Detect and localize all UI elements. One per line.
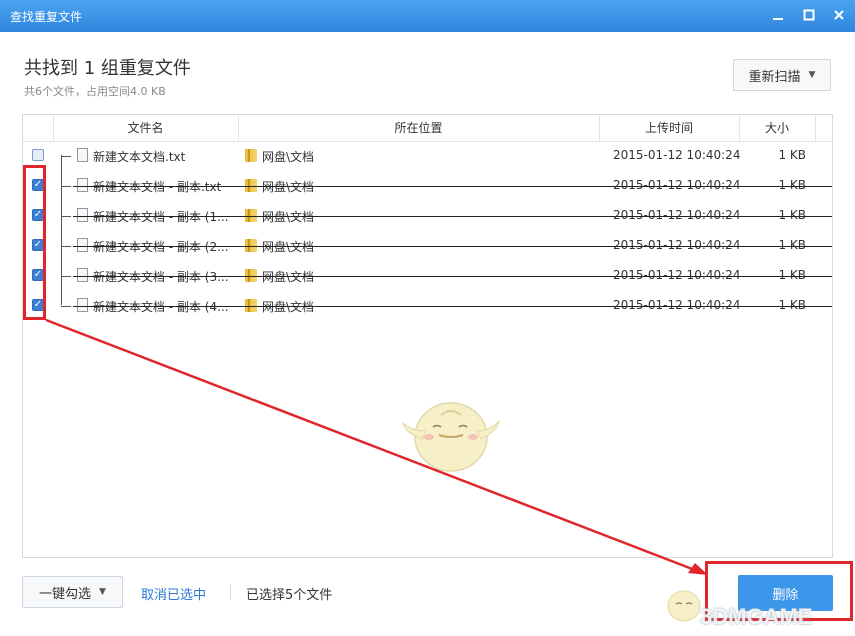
text-file-icon [77, 238, 88, 252]
text-file-icon [77, 178, 88, 192]
annotation-box-checkboxes [23, 165, 46, 320]
text-file-icon [77, 148, 88, 162]
table-row[interactable]: 新建文本文档.txt 网盘\文档 2015-01-12 10:40:24 1 KB [23, 141, 832, 171]
upload-time: 2015-01-12 10:40:24 [613, 178, 741, 192]
minimize-icon[interactable] [767, 4, 789, 26]
upload-time: 2015-01-12 10:40:24 [613, 208, 741, 222]
row-checkbox[interactable] [32, 149, 44, 161]
text-file-icon [77, 298, 88, 312]
strikethrough-line [73, 306, 832, 307]
header-checkbox-col [23, 115, 54, 141]
close-icon[interactable] [828, 4, 850, 26]
strikethrough-line [73, 276, 832, 277]
result-heading: 共找到 1 组重复文件 [24, 58, 191, 79]
tree-branch [61, 186, 71, 187]
strikethrough-line [73, 216, 832, 217]
mascot-watermark-image [402, 402, 500, 472]
chevron-down-icon: ▼ [99, 587, 106, 597]
result-subheading: 共6个文件，占用空间4.0 KB [24, 85, 166, 98]
file-size: 1 KB [778, 178, 806, 192]
tree-branch [61, 276, 71, 277]
tree-branch [61, 216, 71, 217]
table-row[interactable]: ✓ 新建文本文档 - 副本 (2... 网盘\文档 2015-01-12 10:40:… [23, 231, 832, 261]
file-name: 新建文本文档.txt [93, 150, 186, 164]
footer-divider [230, 584, 231, 600]
site-watermark: 3DMGAME [700, 604, 813, 629]
cancel-selection-link[interactable]: 取消已选中 [141, 584, 206, 603]
column-header-location[interactable]: 所在位置 [238, 115, 600, 141]
file-size: 1 KB [778, 148, 806, 162]
strikethrough-line [73, 246, 832, 247]
strikethrough-line [73, 186, 832, 187]
file-size: 1 KB [778, 238, 806, 252]
table-header: 文件名 所在位置 上传时间 大小 [23, 115, 832, 142]
table-row[interactable]: ✓ 新建文本文档 - 副本 (3... 网盘\文档 2015-01-12 10:40:… [23, 261, 832, 291]
tree-branch [61, 156, 71, 157]
file-location: 网盘\文档 [262, 150, 315, 164]
column-header-upload-time[interactable]: 上传时间 [599, 115, 740, 141]
selected-count-text: 已选择5个文件 [246, 588, 333, 603]
file-size: 1 KB [778, 298, 806, 312]
column-header-name[interactable]: 文件名 [53, 115, 239, 141]
maximize-icon[interactable] [798, 4, 820, 26]
window-title: 查找重复文件 [10, 10, 83, 24]
select-one-key-label: 一键勾选 [39, 586, 92, 602]
title-bar: 查找重复文件 [0, 0, 855, 32]
file-size: 1 KB [778, 208, 806, 222]
table-row[interactable]: ✓ 新建文本文档 - 副本 (4... 网盘\文档 2015-01-12 10:40:… [23, 291, 832, 321]
table-row[interactable]: ✓ 新建文本文档 - 副本 (1... 网盘\文档 2015-01-12 10:40:… [23, 201, 832, 231]
upload-time: 2015-01-12 10:40:24 [613, 238, 741, 252]
chevron-down-icon: ▼ [808, 70, 816, 80]
text-file-icon [77, 268, 88, 282]
rescan-label: 重新扫描 [748, 69, 801, 85]
rescan-button[interactable]: 重新扫描 ▼ [733, 59, 831, 91]
tree-branch [61, 306, 71, 307]
upload-time: 2015-01-12 10:40:24 [613, 148, 741, 162]
folder-icon [245, 149, 257, 162]
column-header-size[interactable]: 大小 [739, 115, 816, 141]
upload-time: 2015-01-12 10:40:24 [613, 298, 741, 312]
text-file-icon [77, 208, 88, 222]
file-size: 1 KB [778, 268, 806, 282]
table-row[interactable]: ✓ 新建文本文档 - 副本.txt 网盘\文档 2015-01-12 10:40:24… [23, 171, 832, 201]
upload-time: 2015-01-12 10:40:24 [613, 268, 741, 282]
tree-branch [61, 246, 71, 247]
duplicate-file-table: 文件名 所在位置 上传时间 大小 新建文本文档.txt 网盘\文档 2015-01-… [22, 114, 833, 558]
select-one-key-button[interactable]: 一键勾选 ▼ [22, 576, 123, 608]
